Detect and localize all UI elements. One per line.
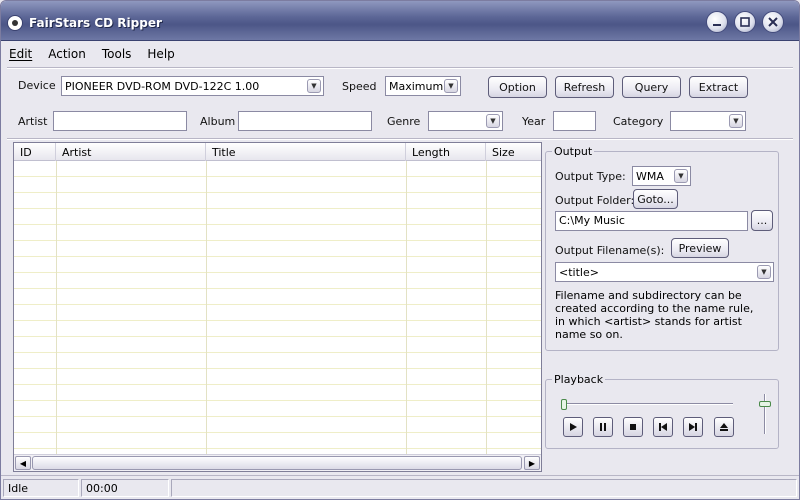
status-time: 00:00 (81, 479, 169, 497)
preview-button[interactable]: Preview (671, 238, 729, 258)
menu-help[interactable]: Help (147, 45, 174, 65)
eject-button[interactable] (714, 417, 734, 437)
column-divider (206, 161, 207, 454)
album-input[interactable] (238, 111, 372, 131)
maximize-icon (740, 17, 750, 27)
chevron-down-icon[interactable]: ▼ (729, 114, 743, 128)
category-label: Category (613, 115, 664, 128)
stop-icon (630, 424, 636, 430)
stop-button[interactable] (623, 417, 643, 437)
menu-edit[interactable]: Edit (9, 45, 32, 65)
output-filename-value: <title> (559, 266, 599, 279)
minimize-button[interactable] (706, 11, 728, 33)
pause-button[interactable] (593, 417, 613, 437)
previous-track-icon (659, 423, 667, 431)
seek-slider-knob[interactable] (561, 399, 567, 410)
extract-button[interactable]: Extract (689, 76, 748, 98)
scroll-thumb[interactable] (32, 456, 522, 470)
genre-label: Genre (387, 115, 421, 128)
output-type-value: WMA (636, 170, 664, 183)
column-divider (406, 161, 407, 454)
pause-icon (600, 423, 606, 431)
output-filename-select[interactable]: <title> ▼ (555, 262, 774, 282)
artist-input[interactable] (53, 111, 187, 131)
filename-rule-description: Filename and subdirectory can be created… (555, 289, 754, 341)
chevron-down-icon[interactable]: ▼ (486, 114, 500, 128)
chevron-down-icon[interactable]: ▼ (444, 79, 458, 93)
chevron-down-icon[interactable]: ▼ (674, 169, 688, 183)
close-icon (768, 17, 778, 27)
scroll-left-icon[interactable]: ◀ (15, 456, 31, 470)
chevron-down-icon[interactable]: ▼ (757, 265, 771, 279)
playback-group-title: Playback (552, 373, 606, 386)
album-label: Album (200, 115, 236, 128)
column-size[interactable]: Size (486, 143, 541, 161)
menu-action[interactable]: Action (48, 45, 86, 65)
column-id[interactable]: ID (14, 143, 56, 161)
browse-folder-button[interactable]: ... (751, 210, 773, 231)
menu-bar: Edit Action Tools Help (9, 45, 175, 65)
track-table[interactable]: ID Artist Title Length Size ◀ ▶ (13, 142, 542, 472)
device-select[interactable]: PIONEER DVD-ROM DVD-122C 1.00 ▼ (61, 76, 324, 96)
column-artist[interactable]: Artist (56, 143, 206, 161)
device-label: Device (18, 79, 56, 92)
column-divider (486, 161, 487, 454)
table-body[interactable] (14, 161, 541, 454)
speed-select[interactable]: Maximum ▼ (385, 76, 461, 96)
table-header: ID Artist Title Length Size (14, 143, 541, 161)
next-track-icon (689, 423, 697, 431)
menu-tools[interactable]: Tools (102, 45, 132, 65)
speed-label: Speed (342, 80, 377, 93)
output-folder-input[interactable]: C:\My Music (555, 211, 748, 231)
playback-group: Playback (545, 373, 779, 449)
device-value: PIONEER DVD-ROM DVD-122C 1.00 (65, 80, 260, 93)
scroll-right-icon[interactable]: ▶ (524, 456, 540, 470)
column-length[interactable]: Length (406, 143, 486, 161)
category-select[interactable]: ▼ (670, 111, 746, 131)
option-button[interactable]: Option (488, 76, 547, 98)
output-group-title: Output (552, 145, 595, 158)
window-title: FairStars CD Ripper (29, 16, 162, 30)
output-type-label: Output Type: (555, 170, 626, 183)
column-title[interactable]: Title (206, 143, 406, 161)
play-icon (570, 423, 577, 431)
column-divider (56, 161, 57, 454)
year-label: Year (522, 115, 546, 128)
output-folder-label: Output Folder: (555, 194, 635, 207)
volume-slider-knob[interactable] (759, 400, 771, 407)
year-input[interactable] (553, 111, 596, 131)
minimize-icon (713, 24, 721, 26)
status-state: Idle (3, 479, 79, 497)
chevron-down-icon[interactable]: ▼ (307, 79, 321, 93)
output-type-select[interactable]: WMA ▼ (632, 166, 691, 186)
close-button[interactable] (762, 11, 784, 33)
title-bar[interactable]: FairStars CD Ripper (1, 1, 799, 41)
status-bar: Idle 00:00 (1, 475, 799, 499)
speed-value: Maximum (389, 80, 444, 93)
eject-icon (720, 423, 728, 431)
toolbar-divider (7, 138, 793, 140)
artist-label: Artist (18, 115, 48, 128)
main-window: FairStars CD Ripper Edit Action Tools He… (0, 0, 800, 500)
refresh-button[interactable]: Refresh (555, 76, 614, 98)
horizontal-scrollbar[interactable]: ◀ ▶ (14, 454, 541, 471)
goto-button[interactable]: Goto... (633, 189, 678, 209)
play-button[interactable] (563, 417, 583, 437)
maximize-button[interactable] (734, 11, 756, 33)
next-track-button[interactable] (683, 417, 703, 437)
menu-divider (7, 67, 793, 69)
genre-select[interactable]: ▼ (428, 111, 503, 131)
status-panel (171, 479, 797, 497)
app-icon[interactable] (7, 15, 23, 31)
query-button[interactable]: Query (622, 76, 681, 98)
output-filename-label: Output Filename(s): (555, 244, 665, 257)
seek-slider-track[interactable] (563, 403, 733, 405)
previous-track-button[interactable] (653, 417, 673, 437)
